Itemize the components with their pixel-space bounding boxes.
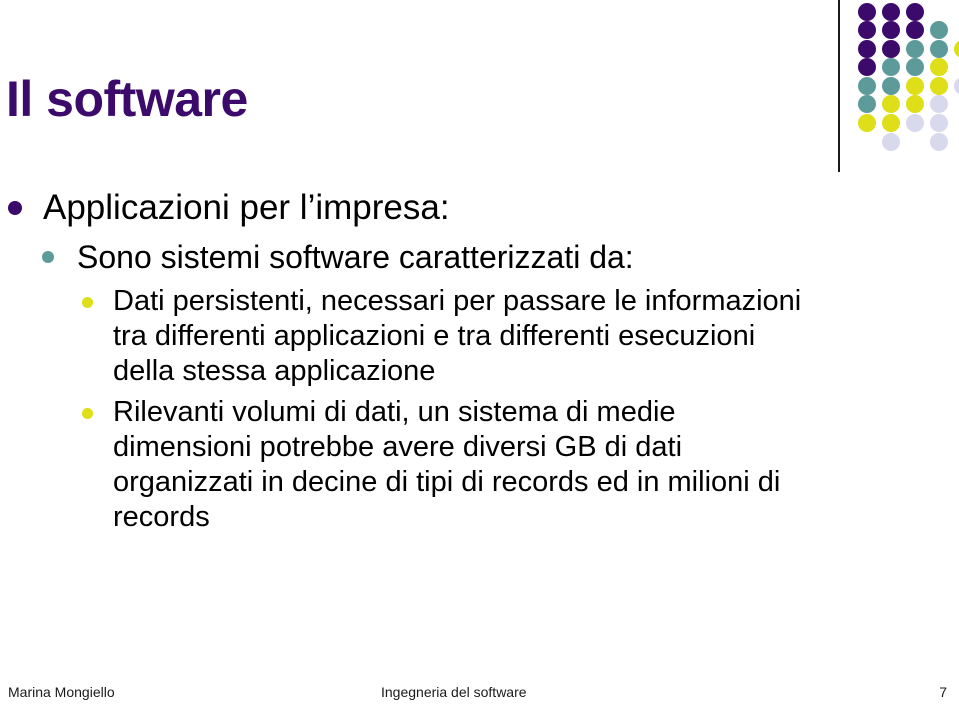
dot-lavender (929, 95, 953, 115)
outline-item-level3: Dati persistenti, necessari per passare … (0, 284, 880, 389)
outline-item-text: Dati persistenti, necessari per passare … (113, 285, 802, 387)
outline-item-text: Applicazioni per l’impresa: (43, 188, 450, 227)
bullet-icon (8, 201, 22, 215)
dot-yellow (905, 76, 929, 96)
dot-empty (953, 133, 959, 152)
outline-item-level2: Sono sistemi software caratterizzati da: (0, 238, 880, 276)
outline-item-level1: Applicazioni per l’impresa: (0, 188, 880, 228)
footer-course: Ingegneria del software (381, 684, 527, 700)
page-title: Il software (6, 71, 248, 127)
dot-teal (881, 76, 905, 96)
dot-empty (953, 115, 959, 134)
dot-yellow (881, 114, 905, 134)
bullet-icon (42, 251, 54, 263)
dot-empty (953, 96, 959, 115)
dot-empty (929, 3, 953, 22)
dot-teal (929, 21, 953, 41)
dot-grid (857, 2, 959, 152)
slide: Il software Applicazioni per l’impresa: … (0, 0, 959, 718)
dot-empty (953, 22, 959, 41)
dot-teal (857, 76, 881, 96)
dot-yellow (929, 76, 953, 96)
dot-empty (905, 133, 929, 152)
dot-teal (905, 58, 929, 78)
bullet-icon (82, 408, 93, 419)
dot-teal (929, 39, 953, 59)
dot-yellow (881, 95, 905, 115)
dot-lavender (905, 114, 929, 134)
footer-page-number: 7 (939, 684, 947, 700)
bullet-icon (82, 297, 93, 308)
dot-purple (857, 21, 881, 41)
footer-author: Marina Mongiello (8, 684, 115, 700)
dot-lavender (953, 76, 959, 96)
dot-empty (953, 59, 959, 78)
dot-purple (881, 21, 905, 41)
dot-yellow (953, 39, 959, 59)
outline-item-level3: Rilevanti volumi di dati, un sistema di … (0, 395, 880, 535)
dot-purple (905, 2, 929, 22)
dot-yellow (929, 58, 953, 78)
dot-empty (953, 3, 959, 22)
dot-yellow (905, 95, 929, 115)
vertical-rule (838, 0, 840, 172)
dot-lavender (929, 132, 953, 152)
dot-teal (905, 39, 929, 59)
dot-lavender (929, 114, 953, 134)
outline-item-text: Rilevanti volumi di dati, un sistema di … (113, 396, 781, 533)
dot-purple (857, 2, 881, 22)
dot-yellow (857, 114, 881, 134)
dot-teal (857, 95, 881, 115)
dot-empty (857, 133, 881, 152)
dot-purple (881, 2, 905, 22)
dot-purple (857, 39, 881, 59)
outline-body: Applicazioni per l’impresa: Sono sistemi… (0, 188, 880, 541)
dot-lavender (881, 132, 905, 152)
dot-grid-decoration (838, 0, 959, 175)
dot-purple (881, 39, 905, 59)
outline-item-text: Sono sistemi software caratterizzati da: (77, 239, 634, 275)
dot-purple (857, 58, 881, 78)
dot-purple (905, 21, 929, 41)
slide-footer: Marina Mongiello Ingegneria del software… (0, 684, 959, 706)
dot-teal (881, 58, 905, 78)
